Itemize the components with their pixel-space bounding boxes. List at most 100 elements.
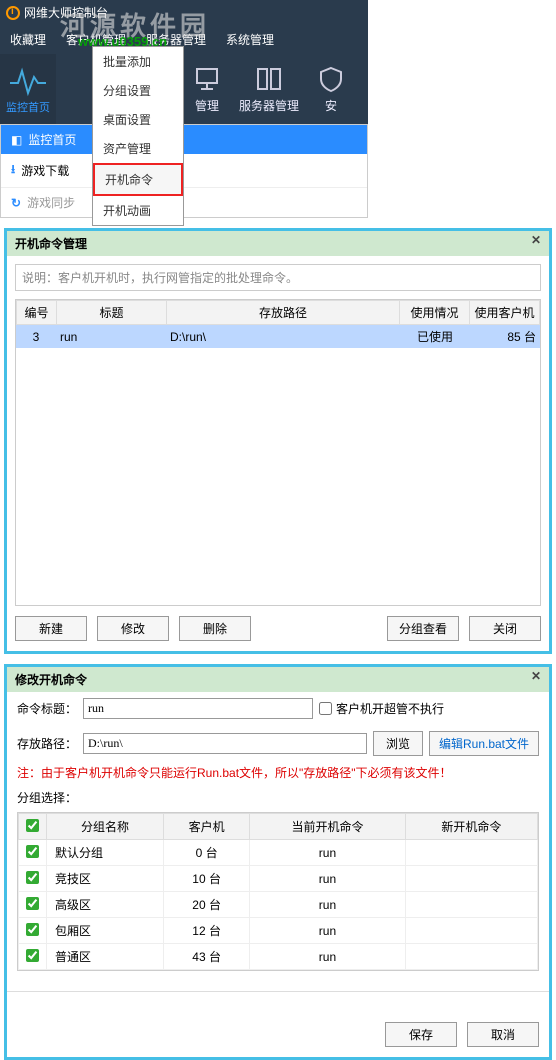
superadmin-checkbox-wrap[interactable]: 客户机开超管不执行	[319, 700, 444, 717]
path-label: 存放路径：	[17, 735, 77, 752]
sidebar-item-game-download[interactable]: ⭳ 游戏下载	[1, 154, 367, 187]
cell-usage: 已使用	[400, 325, 470, 348]
dropdown-group-settings[interactable]: 分组设置	[93, 76, 183, 105]
row-checkbox[interactable]	[26, 923, 39, 936]
table-row[interactable]: 高级区20 台run	[19, 892, 538, 918]
title-row: 命令标题： 客户机开超管不执行	[7, 692, 549, 725]
row-checkbox[interactable]	[26, 845, 39, 858]
cell-group-name: 竞技区	[47, 866, 164, 892]
monitor-home-button[interactable]: 监控首页	[0, 54, 56, 124]
dropdown-boot-command[interactable]: 开机命令	[93, 163, 183, 196]
path-row: 存放路径： 浏览 编辑Run.bat文件	[7, 725, 549, 762]
cell-clients: 20 台	[163, 892, 249, 918]
menu-favorites[interactable]: 收藏理	[0, 27, 56, 52]
info-icon	[6, 6, 20, 20]
monitor-home-label: 监控首页	[6, 99, 50, 115]
group-table: 分组名称 客户机 当前开机命令 新开机命令 默认分组0 台run竞技区10 台r…	[17, 812, 539, 971]
sidebar-item-label: 游戏下载	[21, 162, 69, 179]
side-tabs: ◧ 监控首页 ⭳ 游戏下载 ↻ 游戏同步	[0, 124, 368, 218]
sidebar-item-label: 监控首页	[28, 131, 76, 148]
col-clients: 客户机	[163, 814, 249, 840]
browse-button[interactable]: 浏览	[373, 731, 423, 756]
toolbar-mgmt-label: 管理	[195, 97, 219, 114]
row-checkbox[interactable]	[26, 871, 39, 884]
toolbar-mgmt-button[interactable]: 管理	[176, 54, 238, 124]
boot-command-mgmt-dialog: 开机命令管理 ✕ 说明：客户机开机时，执行网管指定的批处理命令。 编号 标题 存…	[4, 228, 552, 654]
toolbar: 监控首页 管理 服务器管理 安	[0, 54, 368, 124]
path-input[interactable]	[83, 733, 367, 754]
cell-current-cmd: run	[250, 944, 405, 970]
new-button[interactable]: 新建	[15, 616, 87, 641]
close-icon[interactable]: ✕	[527, 669, 545, 687]
dialog-title: 修改开机命令	[15, 671, 87, 688]
col-new-cmd: 新开机命令	[405, 814, 537, 840]
table-row[interactable]: 包厢区12 台run	[19, 918, 538, 944]
menu-system-mgmt[interactable]: 系统管理	[216, 27, 284, 52]
dropdown-asset-mgmt[interactable]: 资产管理	[93, 134, 183, 163]
edit-boot-command-dialog: 修改开机命令 ✕ 命令标题： 客户机开超管不执行 存放路径： 浏览 编辑Run.…	[4, 664, 552, 1060]
title-bar: 网维大师控制台	[0, 0, 368, 25]
cell-new-cmd	[405, 944, 537, 970]
col-current-cmd: 当前开机命令	[250, 814, 405, 840]
cell-group-name: 默认分组	[47, 840, 164, 866]
cell-new-cmd	[405, 918, 537, 944]
pulse-icon	[8, 63, 48, 97]
cell-title: run	[56, 325, 166, 348]
close-icon[interactable]: ✕	[527, 233, 545, 251]
col-no: 编号	[17, 301, 57, 325]
server-icon	[255, 65, 283, 93]
select-all-checkbox[interactable]	[26, 819, 39, 832]
col-path: 存放路径	[167, 301, 400, 325]
toolbar-security-button[interactable]: 安	[300, 54, 362, 124]
cell-new-cmd	[405, 892, 537, 918]
app-title: 网维大师控制台	[24, 4, 108, 21]
table-row[interactable]: 普通区43 台run	[19, 944, 538, 970]
delete-button[interactable]: 删除	[179, 616, 251, 641]
toolbar-server-button[interactable]: 服务器管理	[238, 54, 300, 124]
cell-current-cmd: run	[250, 866, 405, 892]
table-row[interactable]: 默认分组0 台run	[19, 840, 538, 866]
download-icon: ⭳	[11, 160, 15, 181]
cancel-button[interactable]: 取消	[467, 1022, 539, 1047]
cell-current-cmd: run	[250, 918, 405, 944]
edit-button[interactable]: 修改	[97, 616, 169, 641]
cell-no: 3	[16, 325, 56, 348]
save-button[interactable]: 保存	[385, 1022, 457, 1047]
superadmin-label: 客户机开超管不执行	[336, 700, 444, 717]
edit-bat-button[interactable]: 编辑Run.bat文件	[429, 731, 539, 756]
row-checkbox[interactable]	[26, 897, 39, 910]
dropdown-boot-animation[interactable]: 开机动画	[93, 196, 183, 225]
table-row[interactable]: 竞技区10 台run	[19, 866, 538, 892]
main-menu: 收藏理 客户机管理 服务器管理 系统管理	[0, 25, 368, 54]
app-window: 网维大师控制台 河源软件园 www.u0359.cn 收藏理 客户机管理 服务器…	[0, 0, 368, 124]
sync-icon: ↻	[11, 196, 21, 210]
dialog-footer: 保存 取消	[7, 991, 549, 1057]
hint-text: 说明：客户机开机时，执行网管指定的批处理命令。	[15, 264, 541, 291]
shield-icon	[317, 65, 345, 93]
sidebar-item-game-sync[interactable]: ↻ 游戏同步	[1, 187, 367, 217]
cell-group-name: 普通区	[47, 944, 164, 970]
superadmin-checkbox[interactable]	[319, 702, 332, 715]
col-title: 标题	[57, 301, 167, 325]
col-clients: 使用客户机	[470, 301, 540, 325]
close-button[interactable]: 关闭	[469, 616, 541, 641]
sidebar-item-monitor-home[interactable]: ◧ 监控首页	[1, 125, 367, 154]
group-view-button[interactable]: 分组查看	[387, 616, 459, 641]
cell-new-cmd	[405, 840, 537, 866]
cell-clients: 85 台	[470, 325, 540, 348]
client-mgmt-dropdown: 批量添加 分组设置 桌面设置 资产管理 开机命令 开机动画	[92, 46, 184, 226]
col-usage: 使用情况	[400, 301, 470, 325]
dropdown-batch-add[interactable]: 批量添加	[93, 47, 183, 76]
monitor-icon	[193, 65, 221, 93]
cell-clients: 43 台	[163, 944, 249, 970]
table-row[interactable]: 3 run D:\run\ 已使用 85 台	[16, 325, 540, 348]
cell-current-cmd: run	[250, 840, 405, 866]
dialog-title-bar: 修改开机命令 ✕	[7, 667, 549, 692]
cell-clients: 0 台	[163, 840, 249, 866]
cell-group-name: 高级区	[47, 892, 164, 918]
row-checkbox[interactable]	[26, 949, 39, 962]
cell-clients: 10 台	[163, 866, 249, 892]
title-input[interactable]	[83, 698, 313, 719]
warning-note: 注：由于客户机开机命令只能运行Run.bat文件，所以"存放路径"下必须有该文件…	[7, 762, 549, 783]
dropdown-desktop-settings[interactable]: 桌面设置	[93, 105, 183, 134]
